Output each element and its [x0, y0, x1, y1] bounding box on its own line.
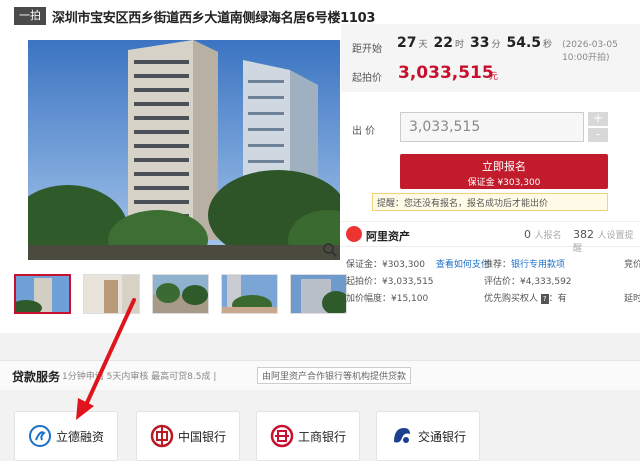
boc-logo-icon: [150, 424, 174, 448]
bid-input[interactable]: 3,033,515: [400, 112, 584, 142]
start-price-value: 3,033,515: [398, 63, 494, 83]
countdown-timer: 27 天 22 时 33 分 54.5 秒 (2026-03-05 10:00开拍): [397, 35, 640, 63]
countdown-hours: 22: [433, 35, 453, 51]
detail-priority-buyer: 优先购买权人 ? ：有: [484, 294, 567, 304]
bank-lide[interactable]: 立德融资: [14, 411, 118, 461]
listing-title: 一拍 深圳市宝安区西乡街道西乡大道南侧绿海名居6号楼1103: [14, 6, 375, 26]
countdown-label: 距开始: [352, 44, 382, 55]
thumbnail-5[interactable]: [290, 274, 347, 314]
bank-boc[interactable]: 中国银行: [136, 411, 240, 461]
countdown-days: 27: [397, 35, 417, 51]
ali-assets-logo-icon: [346, 226, 362, 242]
remind-count: 382: [573, 228, 594, 241]
main-property-photo[interactable]: [28, 40, 340, 260]
platform-name: 阿里资产: [366, 230, 410, 243]
platform-stats-row: 阿里资产 0 人报名 382 人设置提醒: [341, 221, 640, 254]
thumbnail-4[interactable]: [221, 274, 278, 314]
thumbnail-1[interactable]: [14, 274, 71, 314]
countdown-seconds: 54.5: [506, 35, 542, 51]
icbc-logo-icon: [270, 424, 294, 448]
loan-provider-tag: 由阿里资产合作银行等机构提供贷款: [257, 367, 412, 384]
zoom-icon[interactable]: [322, 242, 338, 258]
detail-cut-1: 竞价: [624, 260, 640, 270]
thumbnail-2[interactable]: [83, 274, 140, 314]
signup-count: 0: [524, 228, 531, 241]
bank-icbc[interactable]: 工商银行: [256, 411, 360, 461]
countdown-minutes: 33: [470, 35, 490, 51]
bid-label: 出 价: [352, 126, 376, 137]
bank-bocom[interactable]: 交通银行: [376, 411, 480, 461]
bocom-logo-icon: [393, 428, 410, 443]
start-price-unit: 元: [489, 72, 499, 82]
signup-reminder: 提醒：您还没有报名，报名成功后才能出价: [372, 193, 608, 211]
loan-service-subtitle: 1分钟申请 5天内审核 最高可贷8.5成 |: [62, 372, 217, 382]
bank-loan-link[interactable]: 银行专用款项: [511, 260, 565, 270]
detail-bid-increment: 加价幅度：¥15,100: [346, 294, 429, 304]
start-price-label: 起拍价: [352, 73, 382, 84]
lide-logo-icon: [28, 425, 51, 447]
bid-decrease-button[interactable]: -: [588, 128, 608, 142]
auction-round-tag: 一拍: [14, 7, 46, 25]
deposit-amount: 保证金 ¥303,300: [467, 178, 541, 188]
register-now-button[interactable]: 立即报名 保证金 ¥303,300: [400, 154, 608, 189]
property-address: 深圳市宝安区西乡街道西乡大道南侧绿海名居6号楼1103: [52, 10, 376, 26]
loan-service-title: 贷款服务: [12, 370, 61, 384]
help-icon[interactable]: ?: [540, 294, 549, 304]
thumbnail-3[interactable]: [152, 274, 209, 314]
bid-increase-button[interactable]: +: [588, 112, 608, 126]
how-to-pay-link[interactable]: 查看如何支付: [436, 260, 490, 270]
detail-cut-2: 延时: [624, 294, 640, 304]
auction-start-time: (2026-03-05 10:00开拍): [562, 40, 618, 63]
detail-deposit: 保证金：¥303,300: [346, 260, 425, 270]
